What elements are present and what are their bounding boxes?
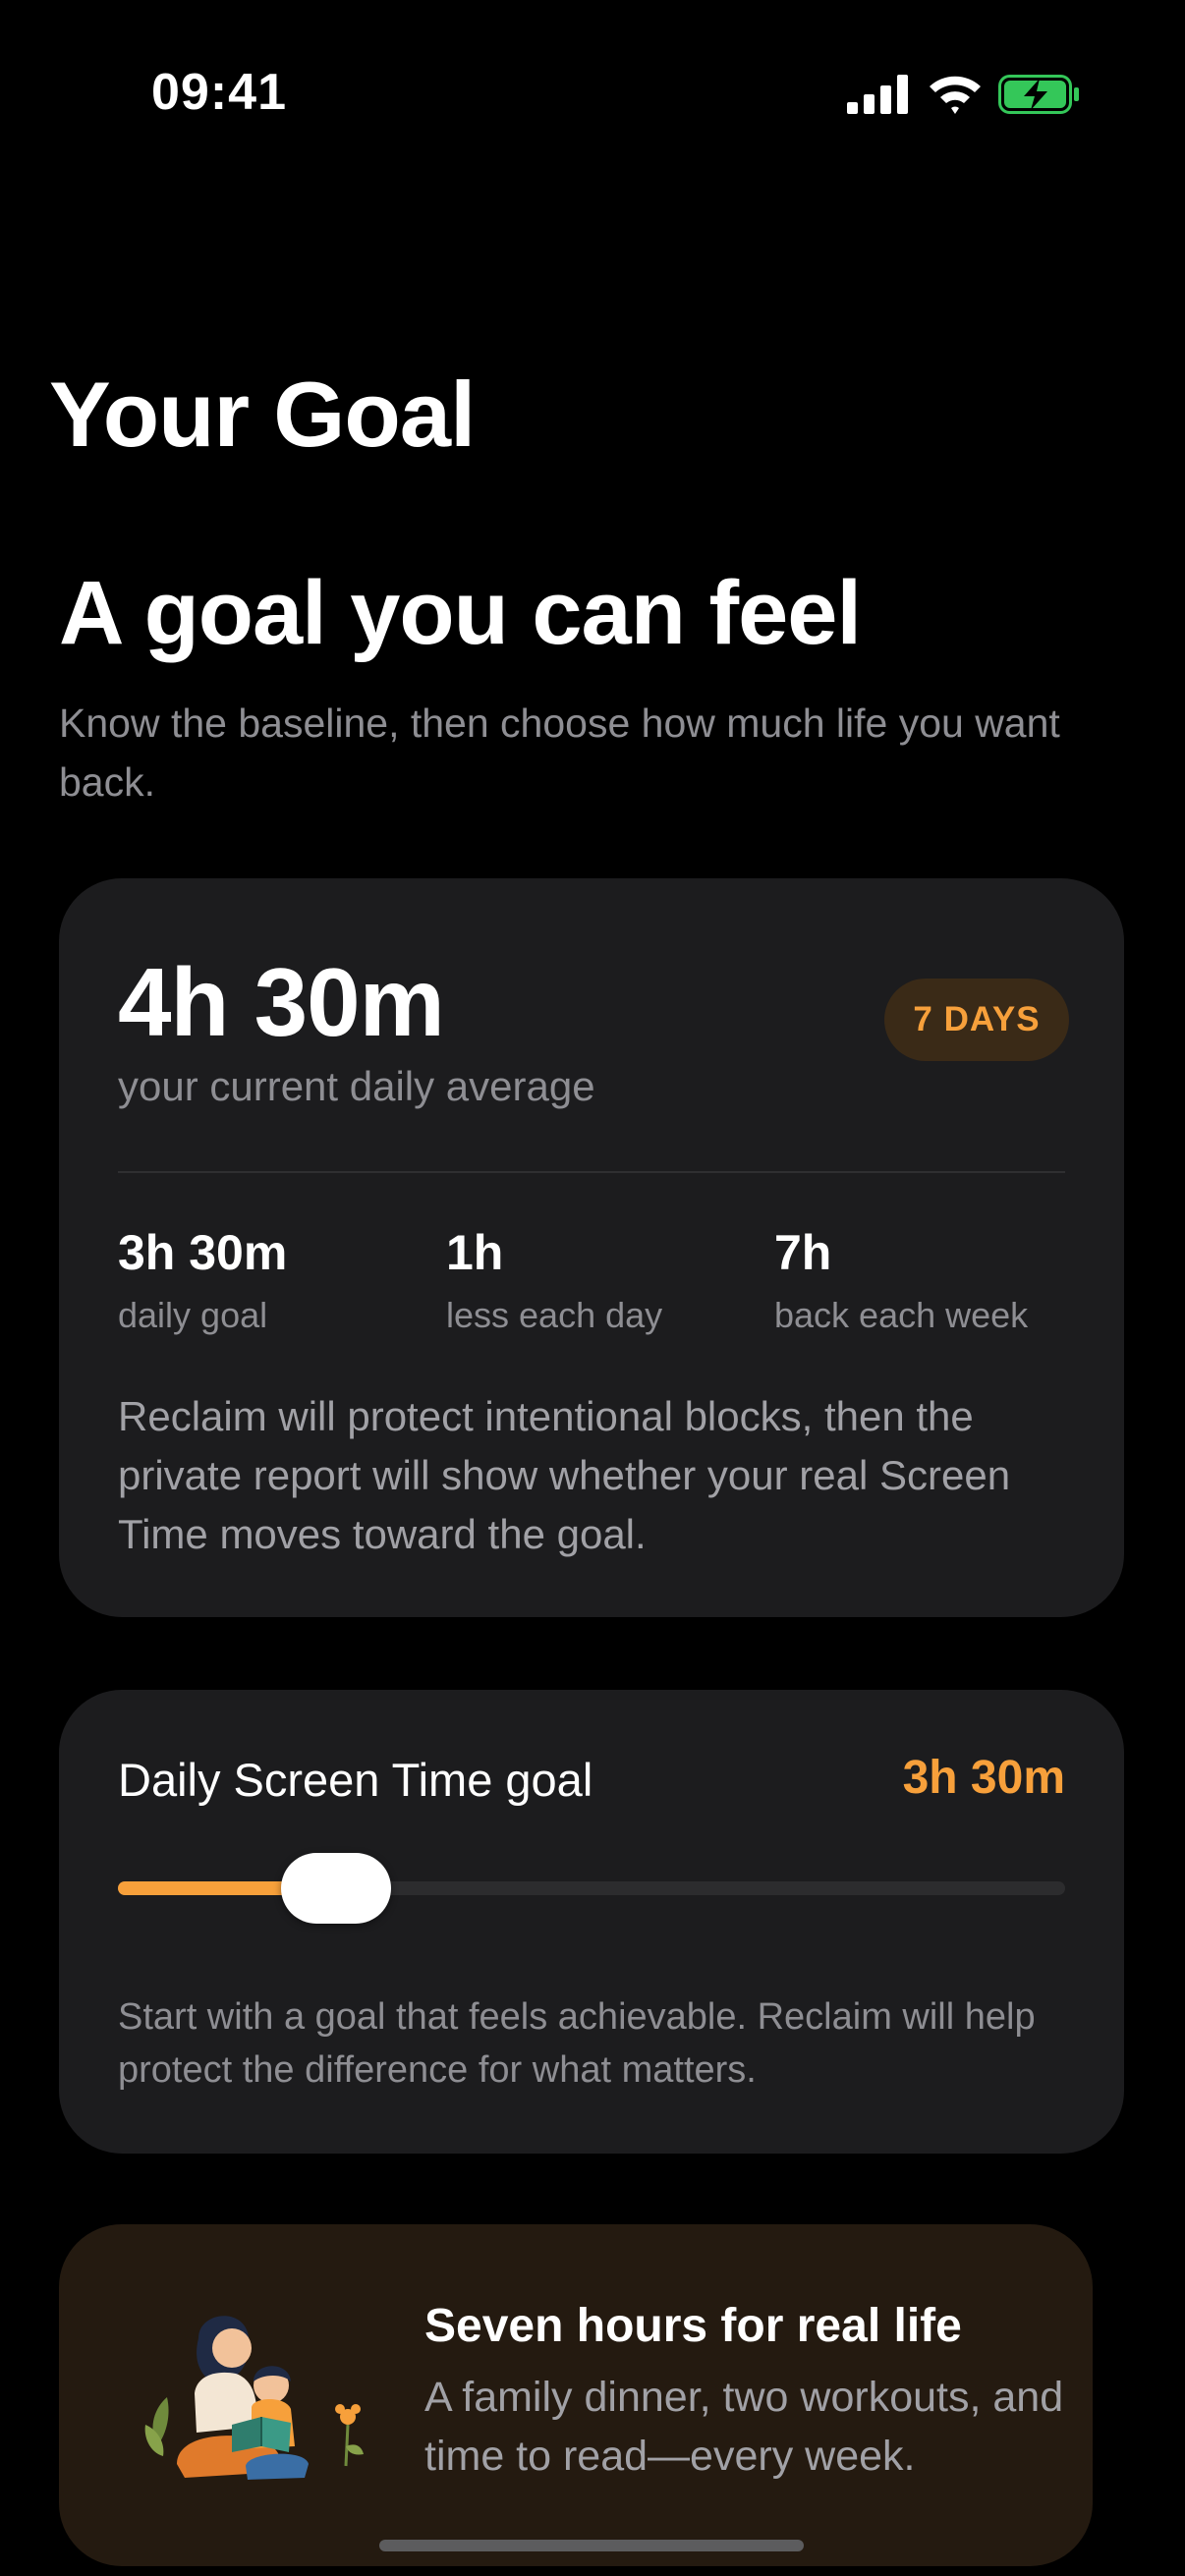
headline: A goal you can feel — [59, 563, 862, 663]
stat-less-each-day: 1h less each day — [446, 1224, 662, 1336]
daily-average-caption: your current daily average — [118, 1063, 595, 1109]
stat-daily-goal: 3h 30m daily goal — [118, 1224, 287, 1336]
family-reading-illustration — [144, 2316, 364, 2480]
promo-text: A family dinner, two workouts, and time … — [424, 2374, 1064, 2480]
goal-slider[interactable] — [118, 1849, 1065, 1928]
stat-label: daily goal — [118, 1295, 268, 1335]
promo-title: Seven hours for real life — [424, 2300, 962, 2352]
battery-charging-icon — [998, 75, 1079, 114]
goal-note: Start with a goal that feels achievable.… — [118, 1996, 1036, 2091]
goal-label: Daily Screen Time goal — [118, 1754, 593, 1806]
subtitle: Know the baseline, then choose how much … — [59, 700, 1060, 805]
page-title: Your Goal — [49, 363, 476, 466]
divider — [118, 1171, 1065, 1173]
stat-value: 7h — [774, 1225, 832, 1280]
status-bar: 09:41 — [0, 0, 1185, 196]
daily-average-value: 4h 30m — [118, 948, 445, 1056]
stat-value: 1h — [446, 1225, 504, 1280]
goal-value: 3h 30m — [902, 1752, 1065, 1804]
promo-card: Seven hours for real life A family dinne… — [59, 2224, 1093, 2566]
cellular-signal-icon — [847, 75, 908, 114]
goal-card: Daily Screen Time goal 3h 30m Start with… — [59, 1690, 1124, 2154]
home-indicator[interactable] — [379, 2540, 804, 2551]
wifi-icon — [930, 76, 981, 114]
stat-value: 3h 30m — [118, 1225, 288, 1280]
status-time: 09:41 — [151, 64, 287, 121]
days-badge: 7 DAYS — [884, 979, 1069, 1061]
baseline-card: 4h 30m your current daily average 7 DAYS… — [59, 878, 1124, 1617]
slider-thumb[interactable] — [280, 1853, 391, 1924]
stat-label: less each day — [446, 1295, 663, 1335]
baseline-note: Reclaim will protect intentional blocks,… — [118, 1393, 1011, 1557]
stat-label: back each week — [774, 1295, 1029, 1335]
stat-back-each-week: 7h back each week — [774, 1224, 1028, 1336]
